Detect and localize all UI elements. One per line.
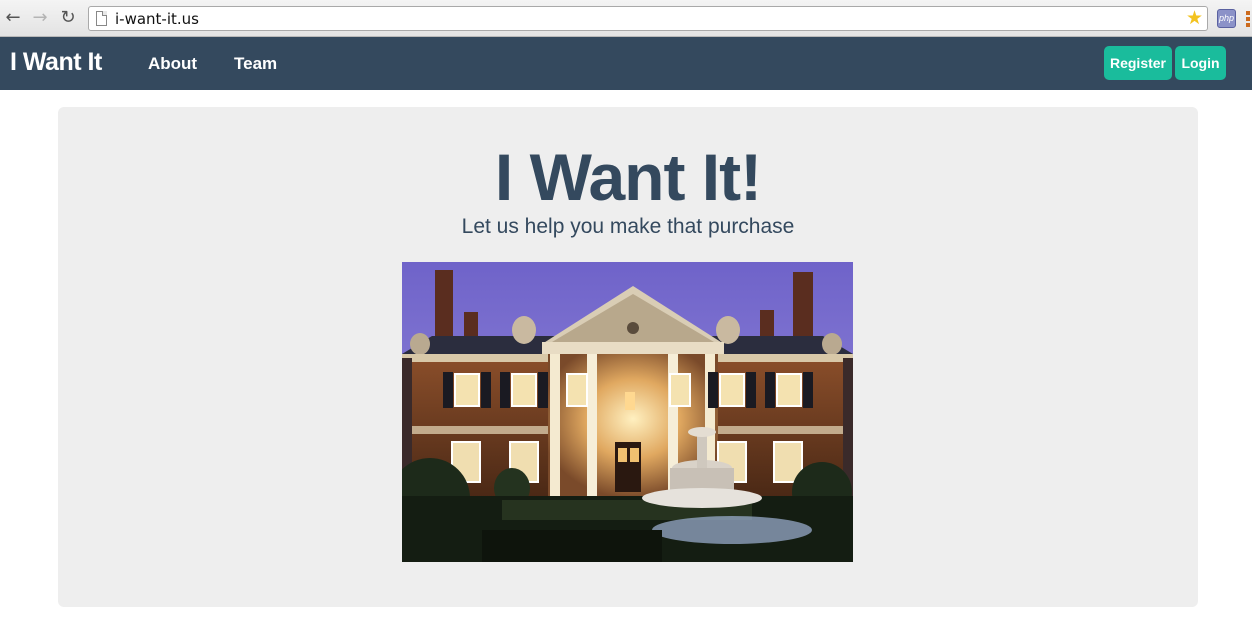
php-extension-icon[interactable]: php <box>1217 9 1236 28</box>
login-button[interactable]: Login <box>1175 46 1226 80</box>
forward-arrow-icon[interactable]: → <box>30 8 50 28</box>
browser-toolbar: ← → ↻ i-want-it.us ★ php <box>0 0 1252 37</box>
star-bookmark-icon[interactable]: ★ <box>1186 8 1203 28</box>
hero-title: I Want It! <box>494 140 762 214</box>
reload-icon[interactable]: ↻ <box>58 8 78 28</box>
url-text[interactable]: i-want-it.us <box>115 10 199 28</box>
back-arrow-icon[interactable]: ← <box>3 8 23 28</box>
site-navbar: I Want It About Team Register Login <box>0 37 1252 90</box>
address-bar[interactable]: i-want-it.us ★ <box>88 6 1208 31</box>
nav-link-about[interactable]: About <box>148 54 197 74</box>
page-icon <box>96 11 107 26</box>
brand-logo[interactable]: I Want It <box>10 48 102 77</box>
register-button[interactable]: Register <box>1104 46 1172 80</box>
menu-icon[interactable] <box>1246 11 1250 27</box>
hero-jumbotron: I Want It! Let us help you make that pur… <box>58 107 1198 607</box>
mansion-photo <box>402 262 853 562</box>
hero-subtitle: Let us help you make that purchase <box>461 215 795 238</box>
nav-link-team[interactable]: Team <box>234 54 277 74</box>
